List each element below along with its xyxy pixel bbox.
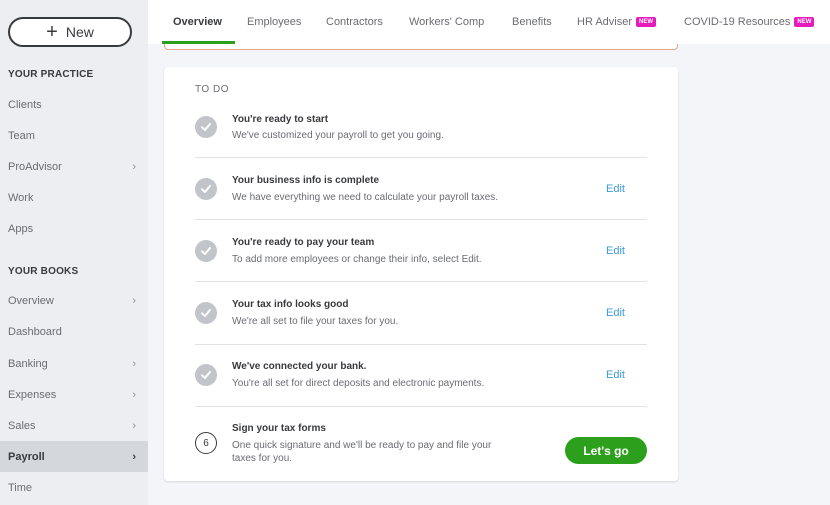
chevron-right-icon: › — [132, 357, 136, 370]
task-description-line1: One quick signature and we'll be ready t… — [232, 440, 492, 451]
edit-link[interactable]: Edit — [606, 245, 625, 257]
task-description: We have everything we need to calculate … — [232, 192, 499, 203]
new-badge: NEW — [794, 17, 815, 27]
chevron-right-icon: › — [132, 419, 136, 432]
tab-workers-comp[interactable]: Workers' Comp — [409, 0, 484, 44]
tab-covid-resources[interactable]: COVID-19 Resources NEW — [684, 0, 815, 44]
sidebar-item-time[interactable]: Time — [0, 472, 148, 503]
sidebar-item-sales[interactable]: Sales › — [0, 410, 148, 441]
tab-overview[interactable]: Overview — [173, 0, 222, 44]
divider — [195, 344, 647, 345]
edit-link[interactable]: Edit — [606, 307, 625, 319]
task-description: To add more employees or change their in… — [232, 254, 482, 265]
sidebar-item-clients[interactable]: Clients — [0, 89, 148, 120]
todo-card: TO DO You're ready to start We've custom… — [164, 67, 678, 481]
checkmark-icon — [195, 302, 217, 324]
sidebar-item-payroll[interactable]: Payroll › — [0, 441, 148, 472]
sidebar-item-apps[interactable]: Apps — [0, 213, 148, 244]
divider — [195, 157, 647, 158]
checkmark-icon — [195, 178, 217, 200]
todo-title: TO DO — [195, 84, 229, 95]
step-number: 6 — [195, 432, 217, 454]
divider — [195, 281, 647, 282]
task-description: You're all set for direct deposits and e… — [232, 378, 485, 389]
chevron-right-icon: › — [132, 294, 136, 307]
lets-go-button[interactable]: Let's go — [565, 437, 647, 464]
chevron-right-icon: › — [132, 450, 136, 463]
payroll-tabs: Overview Employees Contractors Workers' … — [148, 0, 830, 44]
task-title: Your tax info looks good — [232, 299, 349, 310]
task-title: Your business info is complete — [232, 175, 380, 186]
divider — [195, 406, 647, 407]
left-sidebar: + New YOUR PRACTICE Clients Team ProAdvi… — [0, 0, 148, 505]
sidebar-item-work[interactable]: Work — [0, 182, 148, 213]
edit-link[interactable]: Edit — [606, 369, 625, 381]
task-description-line2: taxes for you. — [232, 453, 293, 464]
sidebar-item-team[interactable]: Team — [0, 120, 148, 151]
task-description: We've customized your payroll to get you… — [232, 130, 444, 141]
your-practice-heading: YOUR PRACTICE — [8, 69, 94, 80]
checkmark-icon — [195, 364, 217, 386]
sidebar-item-dashboard[interactable]: Dashboard — [0, 316, 148, 347]
sidebar-item-proadvisor[interactable]: ProAdvisor › — [0, 151, 148, 182]
previous-card-edge — [164, 44, 678, 50]
task-title: You're ready to start — [232, 114, 329, 125]
sidebar-item-overview[interactable]: Overview › — [0, 285, 148, 316]
checkmark-icon — [195, 116, 217, 138]
new-button-label: New — [65, 24, 94, 40]
tab-employees[interactable]: Employees — [247, 0, 301, 44]
divider — [195, 219, 647, 220]
sidebar-item-banking[interactable]: Banking › — [0, 348, 148, 379]
tab-contractors[interactable]: Contractors — [326, 0, 383, 44]
chevron-right-icon: › — [132, 160, 136, 173]
your-books-heading: YOUR BOOKS — [8, 266, 79, 277]
task-title: We've connected your bank. — [232, 361, 367, 372]
sidebar-item-expenses[interactable]: Expenses › — [0, 379, 148, 410]
edit-link[interactable]: Edit — [606, 183, 625, 195]
new-button[interactable]: + New — [8, 17, 132, 47]
chevron-right-icon: › — [132, 388, 136, 401]
checkmark-icon — [195, 240, 217, 262]
task-title: Sign your tax forms — [232, 423, 326, 434]
tab-benefits[interactable]: Benefits — [512, 0, 552, 44]
plus-icon: + — [46, 21, 58, 43]
task-title: You're ready to pay your team — [232, 237, 375, 248]
task-description: We're all set to file your taxes for you… — [232, 316, 399, 327]
new-badge: NEW — [636, 17, 657, 27]
tab-hr-adviser[interactable]: HR Adviser NEW — [577, 0, 657, 44]
